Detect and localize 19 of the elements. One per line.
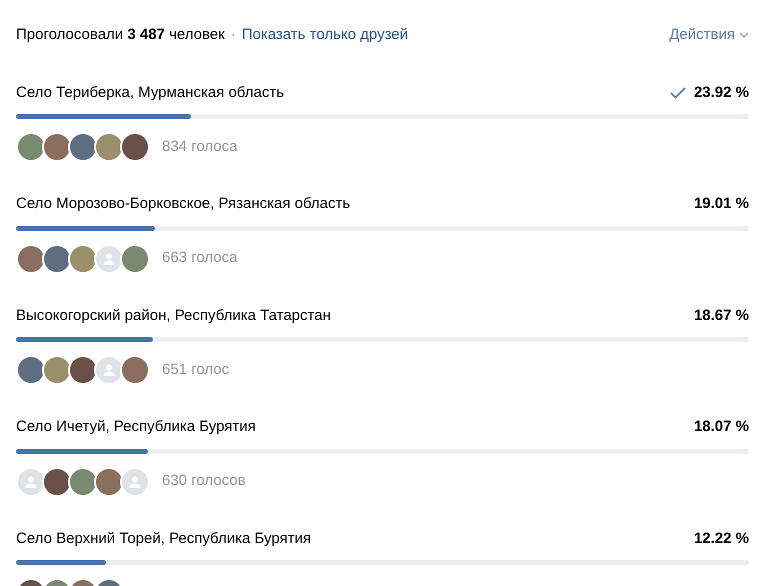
option-title: Высокогорский район, Республика Татарстан	[16, 306, 331, 326]
separator-dot: ·	[230, 25, 236, 45]
vote-count: 651 голос	[162, 360, 230, 380]
vote-count: 834 голоса	[162, 136, 238, 157]
actions-dropdown[interactable]: Действия	[669, 24, 749, 46]
option-title: Село Морозово-Борковское, Рязанская область	[16, 194, 350, 214]
option-title: Село Териберка, Мурманская область	[16, 82, 284, 102]
vote-count: 630 голосов	[162, 471, 246, 492]
option-percent: 18.67 %	[694, 306, 749, 326]
option-percent: 18.07 %	[694, 417, 749, 437]
option-percent: 23.92 %	[694, 82, 749, 102]
option-title: Село Верхний Торей, Республика Бурятия	[16, 528, 312, 548]
vote-count: 663 голоса	[162, 248, 238, 268]
show-friends-link[interactable]: Показать только друзей	[242, 24, 408, 46]
option-title: Село Ичетуй, Республика Бурятия	[16, 417, 256, 437]
option-percent: 19.01 %	[694, 194, 749, 214]
votes-summary: Проголосовали 3 487 человек	[16, 25, 225, 45]
chevron-down-icon	[739, 32, 749, 38]
option-percent: 12.22 %	[694, 528, 749, 548]
